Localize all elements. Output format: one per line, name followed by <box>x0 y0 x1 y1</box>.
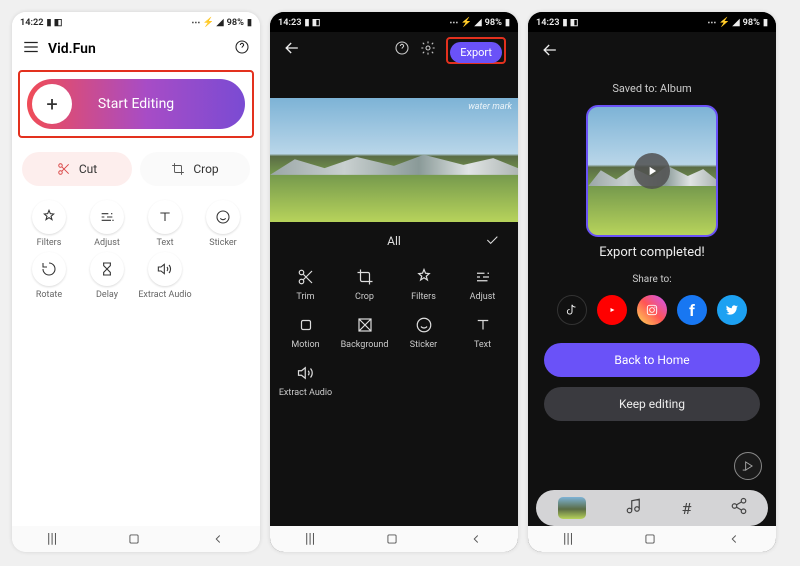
start-editing-highlight: + Start Editing <box>18 70 254 138</box>
tool-filters[interactable]: Filters <box>396 268 451 302</box>
tool-delay[interactable]: Delay <box>80 252 134 300</box>
tool-text[interactable]: Text <box>138 200 192 248</box>
nav-recents-icon[interactable]: ||| <box>47 531 57 547</box>
hamburger-icon[interactable] <box>22 38 40 60</box>
status-bar: 14:23 ▮ ◧ ⋯ ⚡ ◢ 98% ▮ <box>528 12 776 32</box>
tab-all[interactable]: All <box>387 234 401 248</box>
nav-recents-icon[interactable]: ||| <box>563 531 573 547</box>
android-nav-bar: ||| <box>12 526 260 552</box>
nav-back-icon[interactable] <box>727 532 741 546</box>
share-twitter-icon[interactable] <box>717 295 747 325</box>
tool-sticker[interactable]: Sticker <box>196 200 250 248</box>
nav-back-icon[interactable] <box>211 532 225 546</box>
nav-home-icon[interactable] <box>385 532 399 546</box>
gallery-thumbnail[interactable] <box>558 497 586 519</box>
tool-extract-audio[interactable]: Extract Audio <box>138 252 192 300</box>
app-title: Vid.Fun <box>48 41 96 57</box>
back-icon[interactable] <box>540 45 560 64</box>
status-bar: 14:22 ▮ ◧ ⋯ ⚡ ◢ 98% ▮ <box>12 12 260 32</box>
fab-editor-icon[interactable] <box>734 452 762 480</box>
saved-to-label: Saved to: Album <box>528 82 776 95</box>
start-editing-button[interactable]: + Start Editing <box>27 79 245 129</box>
tool-motion[interactable]: Motion <box>278 316 333 350</box>
keep-editing-button[interactable]: Keep editing <box>544 387 760 421</box>
android-nav-bar: ||| <box>528 526 776 552</box>
status-battery: 98% <box>485 17 502 28</box>
watermark-label: water mark <box>468 102 512 112</box>
share-facebook-icon[interactable]: f <box>677 295 707 325</box>
bottom-action-bar: # <box>536 490 768 526</box>
tool-trim[interactable]: Trim <box>278 268 333 302</box>
tool-adjust[interactable]: Adjust <box>455 268 510 302</box>
status-time: 14:23 <box>536 17 560 28</box>
plus-icon: + <box>32 84 72 124</box>
export-highlight: Export <box>446 37 506 64</box>
android-nav-bar: ||| <box>270 526 518 552</box>
screen-editor: 14:23 ▮ ◧ ⋯ ⚡ ◢ 98% ▮ Export <box>270 12 518 552</box>
status-time: 14:23 <box>278 17 302 28</box>
status-battery: 98% <box>743 17 760 28</box>
share-icon[interactable] <box>730 497 748 519</box>
nav-recents-icon[interactable]: ||| <box>305 531 315 547</box>
tool-crop[interactable]: Crop <box>337 268 392 302</box>
music-icon[interactable] <box>625 497 643 519</box>
confirm-icon[interactable] <box>484 232 500 251</box>
share-instagram-icon[interactable] <box>637 295 667 325</box>
help-icon[interactable] <box>394 40 410 60</box>
share-to-label: Share to: <box>528 274 776 285</box>
video-preview[interactable]: water mark <box>270 98 518 222</box>
status-battery: 98% <box>227 17 244 28</box>
tool-text[interactable]: Text <box>455 316 510 350</box>
back-to-home-button[interactable]: Back to Home <box>544 343 760 377</box>
export-button[interactable]: Export <box>450 42 502 63</box>
nav-home-icon[interactable] <box>127 532 141 546</box>
back-icon[interactable] <box>282 38 302 62</box>
cut-button[interactable]: Cut <box>22 152 132 186</box>
screen-export-done: 14:23 ▮ ◧ ⋯ ⚡ ◢ 98% ▮ Saved to: Album Ex… <box>528 12 776 552</box>
help-icon[interactable] <box>234 39 250 59</box>
screen-home: 14:22 ▮ ◧ ⋯ ⚡ ◢ 98% ▮ Vid.Fun + Start Ed… <box>12 12 260 552</box>
status-time: 14:22 <box>20 17 44 28</box>
category-tab-row: All <box>270 222 518 256</box>
tool-rotate[interactable]: Rotate <box>22 252 76 300</box>
top-bar: Vid.Fun <box>12 32 260 66</box>
nav-back-icon[interactable] <box>469 532 483 546</box>
hashtag-icon[interactable]: # <box>682 499 692 518</box>
settings-icon[interactable] <box>420 40 436 60</box>
crop-button[interactable]: Crop <box>140 152 250 186</box>
tool-filters[interactable]: Filters <box>22 200 76 248</box>
export-completed-label: Export completed! <box>528 245 776 260</box>
tool-background[interactable]: Background <box>337 316 392 350</box>
editor-top-bar: Export <box>270 32 518 68</box>
share-youtube-icon[interactable] <box>597 295 627 325</box>
top-bar <box>528 32 776 72</box>
tool-extract-audio[interactable]: Extract Audio <box>278 364 333 398</box>
tool-adjust[interactable]: Adjust <box>80 200 134 248</box>
nav-home-icon[interactable] <box>643 532 657 546</box>
status-bar: 14:23 ▮ ◧ ⋯ ⚡ ◢ 98% ▮ <box>270 12 518 32</box>
play-icon[interactable] <box>634 153 670 189</box>
tool-sticker[interactable]: Sticker <box>396 316 451 350</box>
share-tiktok-icon[interactable] <box>557 295 587 325</box>
export-thumbnail[interactable] <box>586 105 718 237</box>
